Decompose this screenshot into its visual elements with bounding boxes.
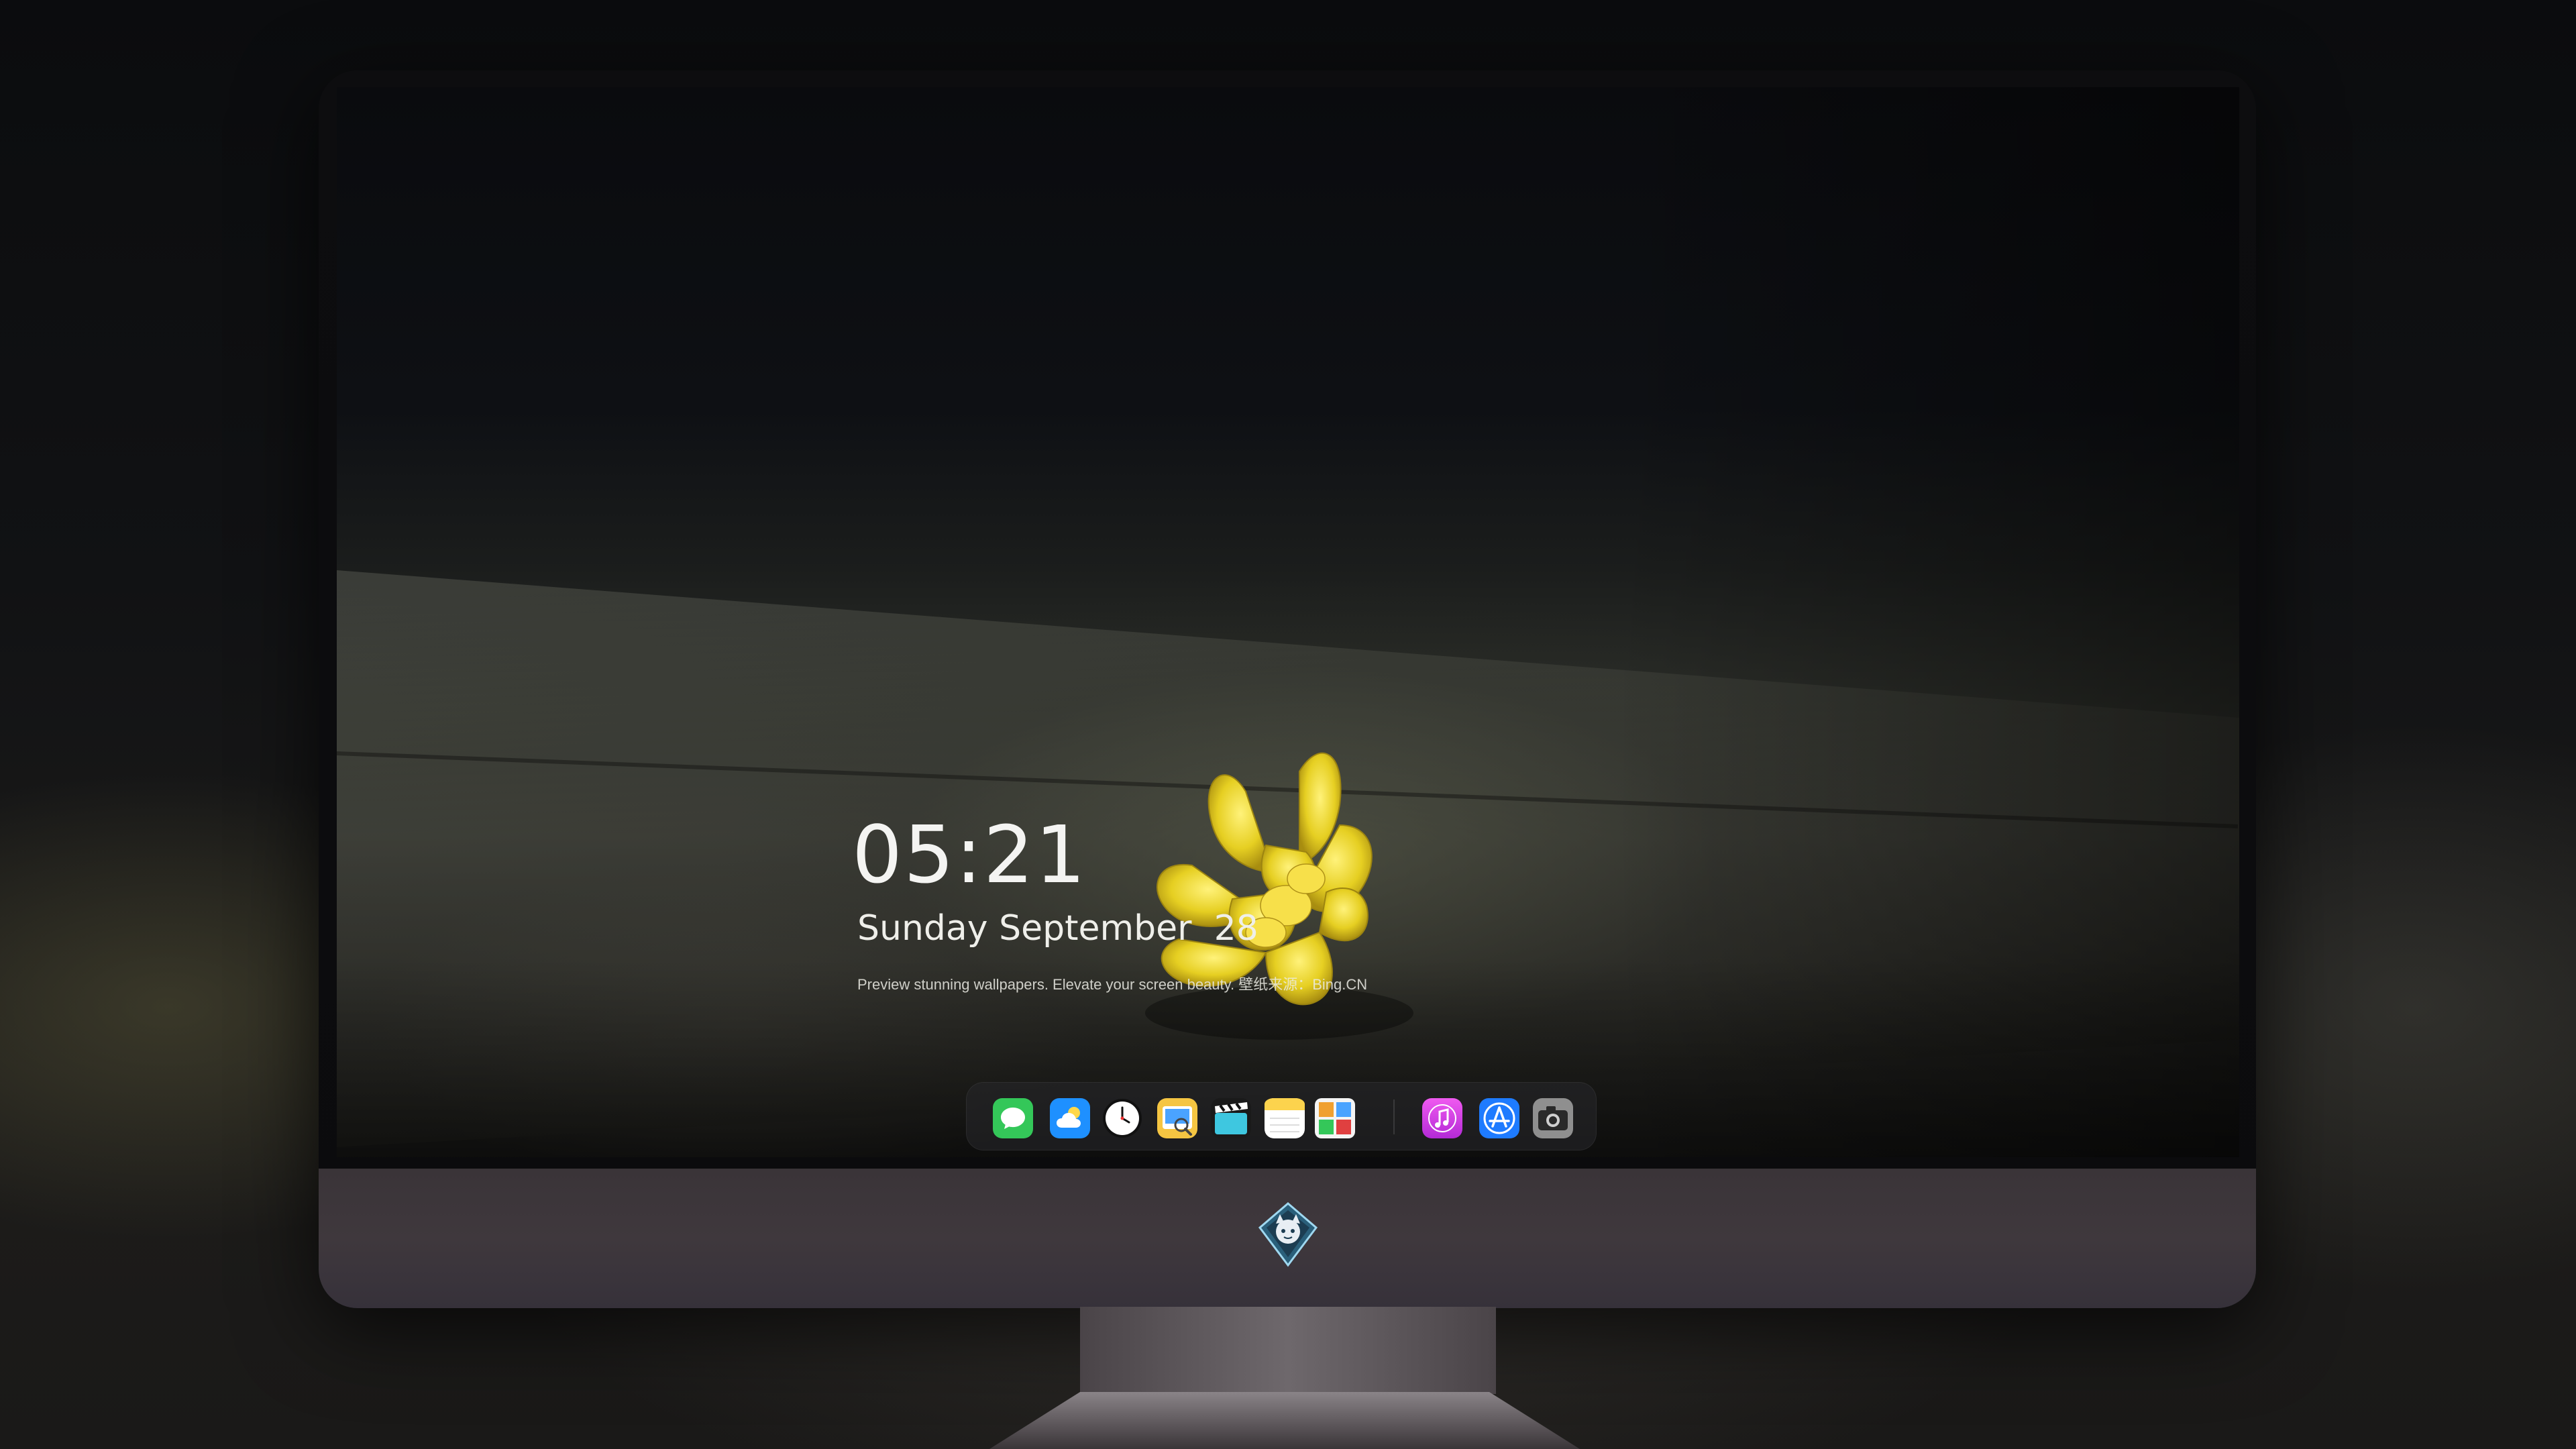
messages-icon[interactable] — [993, 1098, 1033, 1138]
lock-screen-date: Sunday September 28 — [857, 908, 1258, 949]
clock-icon[interactable] — [1102, 1098, 1142, 1138]
notes-icon[interactable] — [1265, 1098, 1305, 1138]
monitor-stand-neck — [1080, 1307, 1496, 1394]
wallpaper-flower-image — [1145, 752, 1413, 1040]
app-store-icon[interactable] — [1479, 1098, 1519, 1138]
wallpaper-vignette — [1611, 87, 2239, 1157]
weather-icon[interactable] — [1050, 1098, 1090, 1138]
lock-screen-time: 05:21 — [852, 808, 1087, 901]
monitor-stand-base — [989, 1392, 1580, 1449]
dock — [966, 1082, 1597, 1150]
desktop-scene: 05:21 Sunday September 28 Preview stunni… — [0, 0, 2576, 1449]
video-clapper-icon[interactable] — [1211, 1098, 1251, 1138]
preview-icon[interactable] — [1157, 1098, 1197, 1138]
dock-separator — [1393, 1099, 1395, 1134]
lock-screen: 05:21 Sunday September 28 Preview stunni… — [337, 87, 2239, 1157]
music-icon[interactable] — [1422, 1098, 1462, 1138]
mascot-logo-icon — [1258, 1202, 1318, 1267]
photo-collage-icon[interactable] — [1315, 1098, 1355, 1138]
wallpaper-caption: Preview stunning wallpapers. Elevate you… — [857, 976, 1368, 993]
camera-icon[interactable] — [1533, 1098, 1573, 1138]
